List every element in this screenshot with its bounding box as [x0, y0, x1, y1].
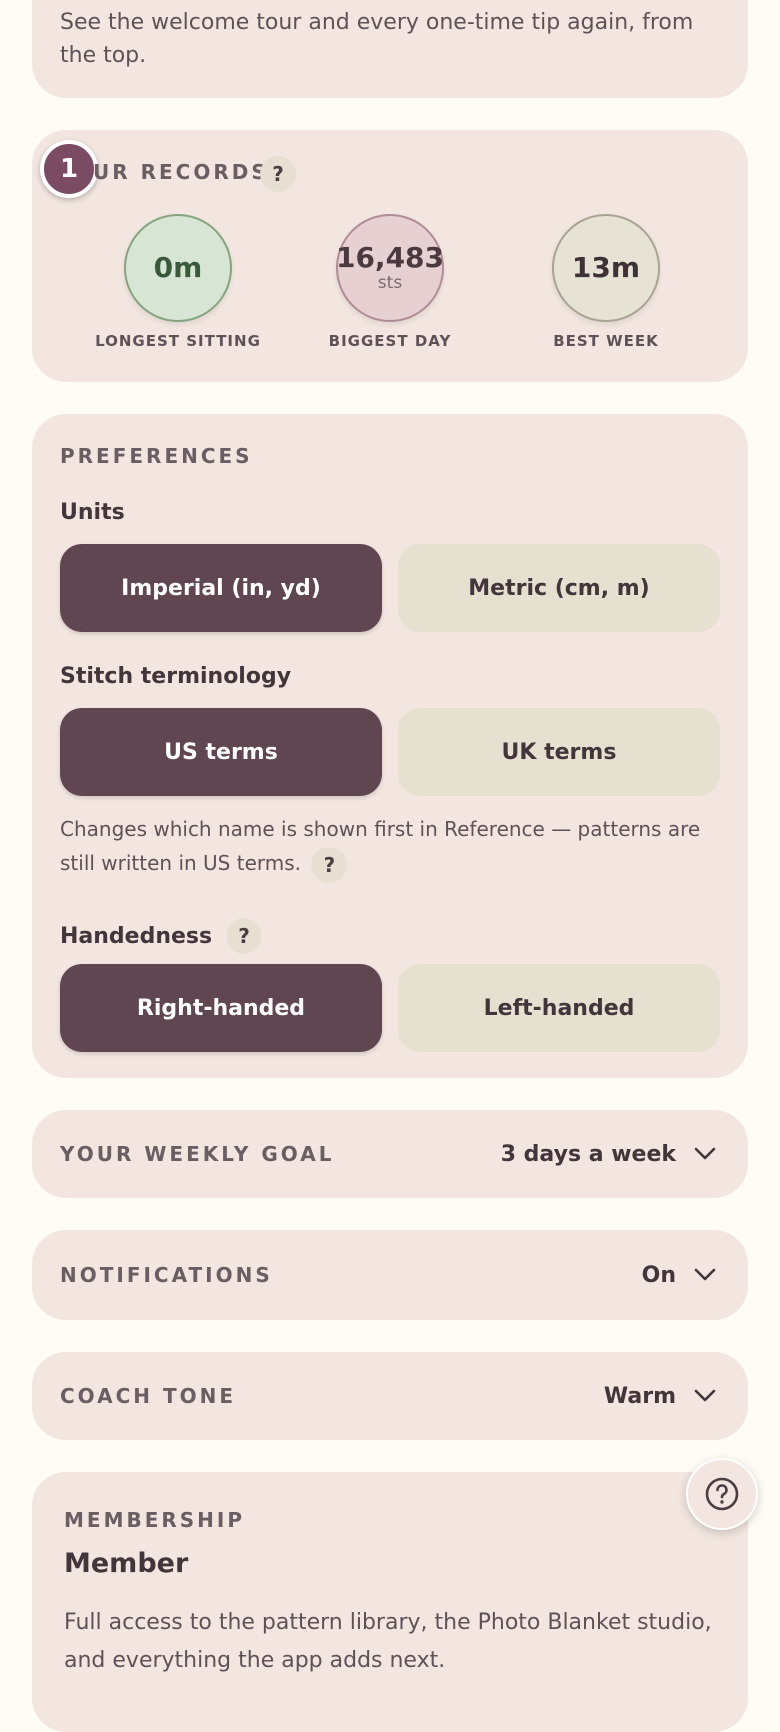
- records-title: UR RECORDS: [93, 160, 269, 184]
- record-caption: BIGGEST DAY: [328, 332, 452, 350]
- terminology-uk-button[interactable]: UK terms: [398, 708, 720, 796]
- membership-description: Full access to the pattern library, the …: [64, 1610, 712, 1673]
- handedness-right-button[interactable]: Right-handed: [60, 964, 382, 1052]
- record-circle: 0m: [124, 214, 232, 322]
- record-value: 13m: [571, 251, 641, 284]
- record-circle: 13m: [552, 214, 660, 322]
- preferences-title: PREFERENCES: [60, 444, 253, 468]
- record-longest-sitting: 0m LONGEST SITTING: [88, 214, 268, 350]
- settings-page: See the welcome tour and every one-time …: [32, 0, 748, 1732]
- record-unit: sts: [377, 273, 403, 293]
- units-metric-button[interactable]: Metric (cm, m): [398, 544, 720, 632]
- records-card: 1 UR RECORDS ? 0m LONGEST SITTING 16,483…: [32, 130, 748, 382]
- coach-tone-select[interactable]: Warm: [604, 1384, 716, 1409]
- weekly-goal-value: 3 days a week: [500, 1141, 676, 1167]
- terminology-us-button[interactable]: US terms: [60, 708, 382, 796]
- membership-tier: Member: [64, 1548, 189, 1579]
- replay-tips-card[interactable]: See the welcome tour and every one-time …: [32, 0, 748, 98]
- replay-tips-description: See the welcome tour and every one-time …: [60, 10, 694, 68]
- question-circle-icon: [705, 1477, 739, 1511]
- chevron-down-icon: [694, 1389, 716, 1402]
- weekly-goal-label: YOUR WEEKLY GOAL: [60, 1142, 335, 1166]
- handedness-toggle: Right-handed Left-handed: [60, 964, 720, 1052]
- handedness-label: Handedness: [60, 923, 213, 949]
- membership-card: MEMBERSHIP Member Full access to the pat…: [32, 1472, 748, 1732]
- notifications-select[interactable]: On: [642, 1263, 716, 1288]
- units-toggle: Imperial (in, yd) Metric (cm, m): [60, 544, 720, 632]
- terminology-label: Stitch terminology: [60, 664, 292, 689]
- handedness-help-button[interactable]: ?: [226, 918, 263, 954]
- record-biggest-day: 16,483 sts BIGGEST DAY: [300, 214, 480, 350]
- record-value: 16,483: [335, 241, 445, 274]
- notifications-label: NOTIFICATIONS: [60, 1263, 273, 1287]
- record-caption: LONGEST SITTING: [95, 332, 261, 350]
- handedness-label-row: Handedness ?: [60, 918, 263, 954]
- weekly-goal-select[interactable]: 3 days a week: [501, 1142, 716, 1167]
- handedness-left-button[interactable]: Left-handed: [398, 964, 720, 1052]
- notifications-row[interactable]: NOTIFICATIONS On: [32, 1230, 748, 1320]
- units-imperial-button[interactable]: Imperial (in, yd): [60, 544, 382, 632]
- units-label: Units: [60, 500, 125, 525]
- membership-title: MEMBERSHIP: [64, 1508, 246, 1532]
- chevron-down-icon: [694, 1268, 716, 1281]
- record-caption: BEST WEEK: [553, 332, 659, 350]
- tour-step-badge[interactable]: 1: [40, 140, 98, 198]
- coach-tone-value: Warm: [603, 1383, 676, 1409]
- terminology-toggle: US terms UK terms: [60, 708, 720, 796]
- coach-tone-row[interactable]: COACH TONE Warm: [32, 1352, 748, 1440]
- preferences-card: PREFERENCES Units Imperial (in, yd) Metr…: [32, 414, 748, 1078]
- help-fab-button[interactable]: [686, 1458, 758, 1530]
- chevron-down-icon: [694, 1147, 716, 1160]
- record-best-week: 13m BEST WEEK: [516, 214, 696, 350]
- terminology-hint: Changes which name is shown first in Ref…: [60, 812, 710, 883]
- weekly-goal-row[interactable]: YOUR WEEKLY GOAL 3 days a week: [32, 1110, 748, 1198]
- record-circle: 16,483 sts: [336, 214, 444, 322]
- records-help-button[interactable]: ?: [260, 156, 296, 192]
- coach-tone-label: COACH TONE: [60, 1384, 237, 1408]
- record-value: 0m: [153, 251, 203, 284]
- notifications-value: On: [641, 1262, 676, 1288]
- terminology-hint-text: Changes which name is shown first in Ref…: [60, 817, 701, 875]
- terminology-help-button[interactable]: ?: [311, 846, 348, 883]
